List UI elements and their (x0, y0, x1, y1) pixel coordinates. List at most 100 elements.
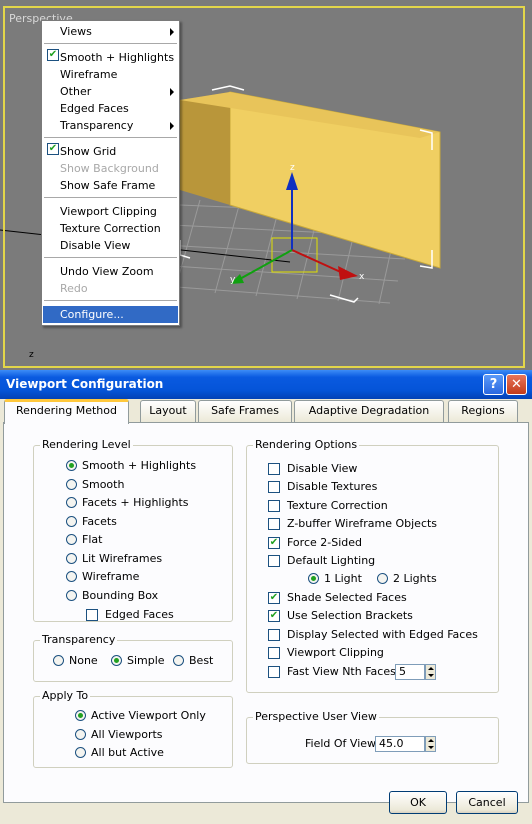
menu-item-smooth-highlights[interactable]: ✔ Smooth + Highlights (42, 49, 179, 66)
field-of-view-spinner[interactable]: 45.0 (375, 736, 437, 752)
radio-circle[interactable] (66, 571, 77, 582)
perspective-viewport[interactable]: z x y Perspective z Views ✔ Smooth + Highl… (0, 0, 532, 370)
menu-item-show-safe-frame[interactable]: Show Safe Frame (42, 177, 179, 194)
submenu-arrow-icon (170, 88, 174, 96)
selection-brackets-label: Use Selection Brackets (287, 609, 413, 622)
submenu-arrow-icon (170, 28, 174, 36)
field-of-view-input[interactable]: 45.0 (375, 736, 425, 752)
radio-circle[interactable] (377, 573, 388, 584)
checkbox-box[interactable] (268, 629, 280, 641)
radio-circle[interactable] (53, 655, 64, 666)
texture-correction-label: Texture Correction (287, 499, 388, 512)
tab-adaptive-degradation[interactable]: Adaptive Degradation (294, 400, 444, 422)
menu-item-label: Texture Correction (60, 222, 161, 235)
menu-item-viewport-clipping[interactable]: Viewport Clipping (42, 203, 179, 220)
submenu-arrow-icon (170, 122, 174, 130)
radio-circle[interactable] (66, 497, 77, 508)
radio-label: Facets (82, 514, 117, 528)
menu-item-transparency[interactable]: Transparency (42, 117, 179, 134)
radio-circle[interactable] (66, 478, 77, 490)
radio-label: None (69, 654, 98, 667)
dialog-titlebar[interactable]: Viewport Configuration ? ✕ (0, 370, 532, 399)
menu-item-label: Views (60, 25, 92, 38)
menu-item-configure[interactable]: Configure... (43, 306, 178, 323)
disable-textures-label: Disable Textures (287, 480, 378, 493)
viewport-context-menu: Views ✔ Smooth + Highlights Wireframe Other E… (41, 20, 180, 326)
menu-separator (44, 137, 177, 138)
radio-circle[interactable] (111, 655, 122, 666)
checkbox-box[interactable] (268, 518, 280, 530)
menu-item-disable-view[interactable]: Disable View (42, 237, 179, 254)
radio-circle[interactable] (75, 710, 86, 721)
checkbox-box[interactable] (268, 500, 280, 512)
rendering-level-title: Rendering Level (40, 438, 133, 451)
checkbox-box[interactable] (268, 481, 280, 493)
menu-item-show-grid[interactable]: ✔ Show Grid (42, 143, 179, 160)
checkbox-box[interactable]: ✔ (268, 537, 280, 549)
tab-regions[interactable]: Regions (448, 400, 518, 422)
radio-circle[interactable] (66, 589, 77, 601)
menu-item-label: Disable View (60, 239, 131, 252)
radio-circle[interactable] (66, 552, 77, 564)
disable-view-label: Disable View (287, 462, 358, 475)
radio-label: Best (189, 654, 214, 667)
menu-item-wireframe[interactable]: Wireframe (42, 66, 179, 83)
one-light-label: 1 Light (324, 572, 362, 585)
radio-circle[interactable] (66, 515, 77, 527)
ok-button[interactable]: OK (389, 791, 447, 814)
fast-view-spinner[interactable]: 5 (395, 664, 437, 680)
menu-item-label: Configure... (60, 308, 124, 321)
close-button[interactable]: ✕ (506, 374, 527, 395)
help-button[interactable]: ? (483, 374, 504, 395)
menu-item-views[interactable]: Views (42, 23, 179, 40)
default-lighting-label: Default Lighting (287, 554, 376, 567)
menu-item-undo-view-zoom[interactable]: Undo View Zoom (42, 263, 179, 280)
checkbox-box[interactable] (268, 555, 280, 567)
menu-item-label: Other (60, 85, 92, 98)
radio-circle[interactable] (308, 573, 319, 584)
menu-item-edged-faces[interactable]: Edged Faces (42, 100, 179, 117)
fast-view-input[interactable]: 5 (395, 664, 425, 680)
radio-label: Wireframe (82, 570, 140, 583)
two-lights-label: 2 Lights (393, 572, 437, 585)
radio-circle[interactable] (75, 747, 86, 758)
viewport-configuration-dialog: Viewport Configuration ? ✕ Rendering Met… (0, 370, 532, 824)
checkbox-box[interactable] (268, 647, 280, 659)
menu-item-label: Transparency (60, 119, 134, 132)
edged-faces-label: Edged Faces (105, 608, 174, 621)
menu-item-label: Undo View Zoom (60, 265, 154, 278)
radio-circle[interactable] (75, 728, 86, 740)
checkbox-box[interactable]: ✔ (268, 610, 280, 622)
menu-item-label: Show Safe Frame (60, 179, 156, 192)
checkbox-box[interactable]: ✔ (268, 592, 280, 604)
apply-to-title: Apply To (40, 689, 91, 702)
tab-layout[interactable]: Layout (140, 400, 196, 422)
radio-circle[interactable] (66, 460, 77, 471)
rendering-options-title: Rendering Options (253, 438, 360, 451)
menu-item-label: Wireframe (60, 68, 118, 81)
shade-selected-label: Shade Selected Faces (287, 591, 407, 604)
checkmark-icon: ✔ (47, 49, 59, 61)
tab-safe-frames[interactable]: Safe Frames (198, 400, 292, 422)
menu-item-texture-correction[interactable]: Texture Correction (42, 220, 179, 237)
radio-circle[interactable] (66, 534, 77, 545)
radio-label: Facets + Highlights (82, 496, 189, 509)
menu-item-redo: Redo (42, 280, 179, 297)
radio-label: Flat (82, 533, 103, 546)
radio-label: Bounding Box (82, 588, 159, 602)
checkbox-box[interactable] (86, 609, 98, 621)
menu-separator (44, 257, 177, 258)
radio-circle[interactable] (173, 655, 184, 666)
force-2sided-label: Force 2-Sided (287, 536, 362, 549)
checkbox-box[interactable] (268, 463, 280, 475)
cancel-button[interactable]: Cancel (456, 791, 518, 814)
perspective-user-view-group: Perspective User View Field Of View: 45.… (246, 710, 499, 764)
perspective-user-view-title: Perspective User View (253, 710, 379, 723)
menu-item-label: Show Grid (60, 145, 117, 158)
dialog-title: Viewport Configuration (6, 377, 164, 391)
menu-item-other[interactable]: Other (42, 83, 179, 100)
checkbox-box[interactable] (268, 666, 280, 678)
spinner-arrows[interactable] (425, 664, 436, 680)
tab-rendering-method[interactable]: Rendering Method (4, 399, 129, 424)
spinner-arrows[interactable] (425, 736, 436, 752)
